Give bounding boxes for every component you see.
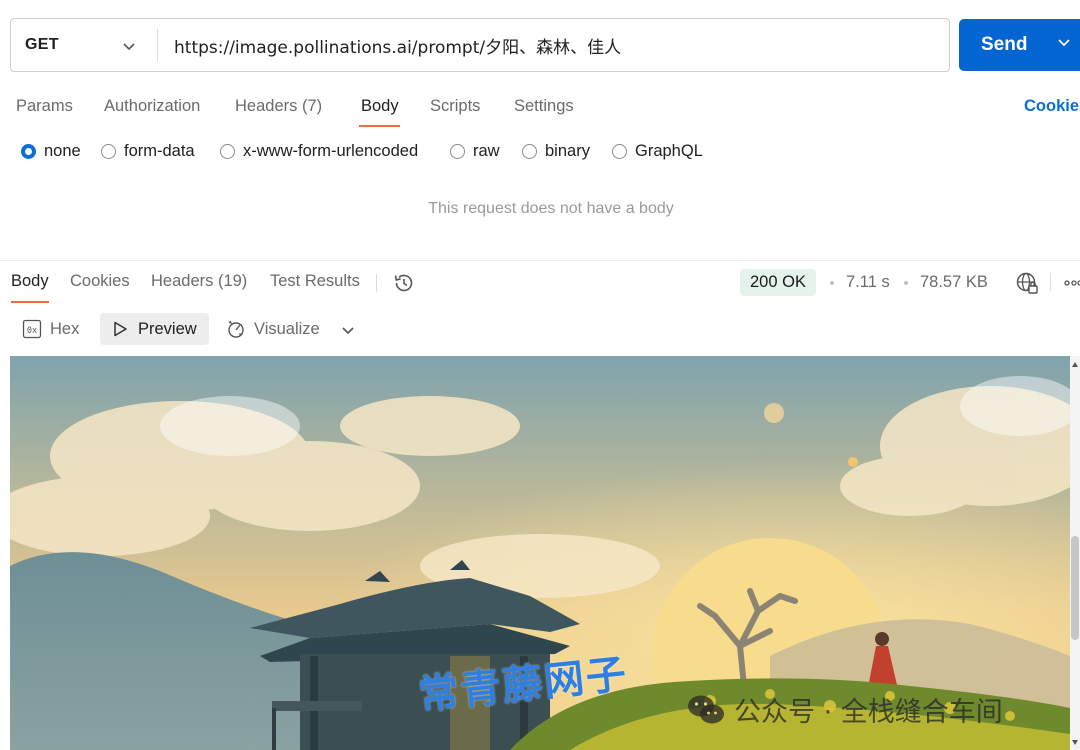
active-response-tab-indicator: [11, 301, 49, 303]
meta-separator: [830, 281, 834, 285]
radio-unchecked-icon: [101, 144, 116, 159]
scroll-up-arrow-icon[interactable]: [1072, 362, 1078, 367]
history-icon[interactable]: [392, 271, 416, 295]
tab-body[interactable]: Body: [361, 97, 399, 116]
tab-scripts[interactable]: Scripts: [430, 97, 480, 116]
no-body-message: This request does not have a body: [428, 200, 674, 217]
method-label: GET: [25, 36, 59, 53]
radio-label: binary: [545, 142, 590, 160]
radio-label: x-www-form-urlencoded: [243, 142, 419, 160]
globe-lock-icon[interactable]: [1015, 271, 1039, 295]
request-tabs: Params Authorization Headers (7) Body Sc…: [0, 95, 1080, 127]
response-tabs: Body Cookies Headers (19) Test Results: [0, 271, 1080, 303]
scroll-down-arrow-icon[interactable]: [1072, 740, 1078, 745]
tab-settings[interactable]: Settings: [514, 97, 574, 116]
view-label: Visualize: [254, 319, 320, 338]
radio-unchecked-icon: [220, 144, 235, 159]
view-hex-button[interactable]: 0x Hex: [12, 313, 89, 345]
radio-form-data[interactable]: form-data: [101, 142, 195, 161]
active-tab-indicator: [359, 125, 400, 127]
radio-x-www-form-urlencoded[interactable]: x-www-form-urlencoded: [220, 142, 418, 161]
radio-graphql[interactable]: GraphQL: [612, 142, 703, 161]
scrollbar-thumb[interactable]: [1071, 536, 1079, 640]
meta-separator: [904, 281, 908, 285]
request-url-bar: GET https://image.pollinations.ai/prompt…: [10, 18, 950, 72]
send-button[interactable]: Send: [959, 19, 1080, 71]
tab-headers[interactable]: Headers (7): [235, 97, 322, 116]
chevron-down-icon[interactable]: [340, 322, 356, 338]
chevron-down-icon[interactable]: [1056, 33, 1072, 53]
chevron-down-icon: [123, 43, 135, 51]
view-label: Preview: [138, 319, 197, 338]
send-label: Send: [981, 34, 1028, 55]
watermark-wechat: 公众号 · 全栈缝合车间: [686, 690, 1003, 729]
response-tab-headers[interactable]: Headers (19): [151, 272, 247, 291]
view-preview-button[interactable]: Preview: [100, 313, 209, 345]
radio-checked-icon: [21, 144, 36, 159]
radio-label: raw: [473, 142, 500, 160]
wechat-icon: [688, 695, 724, 723]
meta-divider: [1050, 273, 1051, 291]
response-tab-body[interactable]: Body: [11, 272, 49, 291]
view-visualize-button[interactable]: Visualize: [216, 313, 330, 345]
tab-params[interactable]: Params: [16, 97, 73, 116]
body-type-radios: none form-data x-www-form-urlencoded raw…: [0, 142, 1080, 166]
view-label: Hex: [50, 319, 80, 338]
play-icon: [114, 321, 127, 337]
response-time: 7.11 s: [846, 273, 890, 291]
response-tabs-divider: [376, 274, 377, 292]
cookies-link[interactable]: Cookies: [1024, 97, 1080, 116]
response-view-switcher: 0x Hex Preview Visualize: [0, 313, 1080, 347]
method-selector[interactable]: GET: [11, 19, 157, 71]
hex-icon: 0x: [22, 319, 42, 339]
response-tab-test-results[interactable]: Test Results: [270, 272, 360, 291]
radio-label: GraphQL: [635, 142, 703, 160]
radio-unchecked-icon: [612, 144, 627, 159]
radio-unchecked-icon: [522, 144, 537, 159]
tab-authorization[interactable]: Authorization: [104, 97, 200, 116]
radio-label: form-data: [124, 142, 195, 160]
radio-binary[interactable]: binary: [522, 142, 590, 161]
response-tab-cookies[interactable]: Cookies: [70, 272, 130, 291]
watermark-account-text: 公众号 · 全栈缝合车间: [734, 697, 1003, 728]
response-size: 78.57 KB: [920, 273, 988, 291]
status-badge: 200 OK: [740, 269, 816, 296]
more-options-icon[interactable]: [1064, 279, 1080, 287]
url-input[interactable]: https://image.pollinations.ai/prompt/夕阳、…: [158, 33, 621, 58]
svg-text:0x: 0x: [27, 326, 37, 336]
section-divider: [0, 260, 1080, 261]
radio-raw[interactable]: raw: [450, 142, 500, 161]
visualize-icon: [228, 320, 244, 338]
radio-unchecked-icon: [450, 144, 465, 159]
radio-none[interactable]: none: [21, 142, 81, 161]
radio-label: none: [44, 142, 81, 160]
